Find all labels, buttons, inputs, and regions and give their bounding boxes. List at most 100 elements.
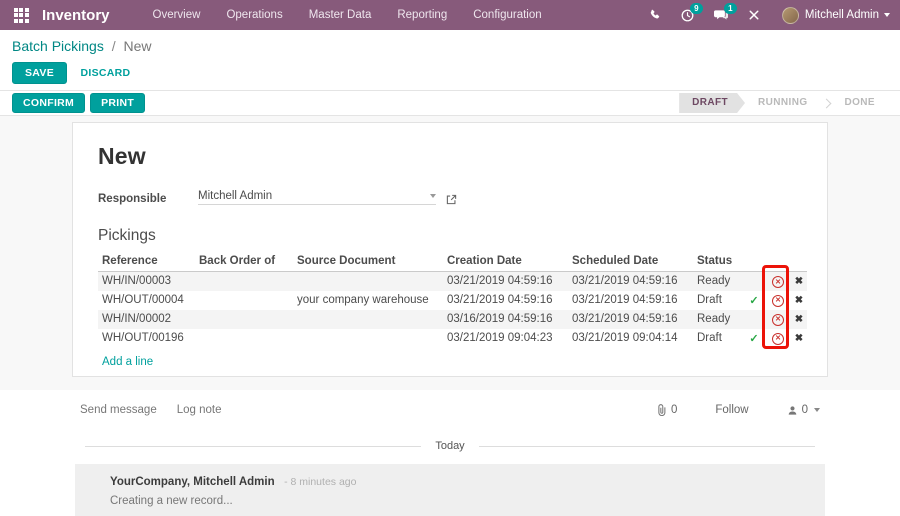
chatter-right-tools: 0 Follow 0 (618, 404, 820, 416)
col-back-order-of[interactable]: Back Order of (195, 252, 293, 272)
cell-reference[interactable]: WH/IN/00003 (98, 272, 195, 291)
cell-source-document[interactable]: your company warehouse (293, 291, 443, 310)
save-button[interactable]: SAVE (12, 62, 67, 84)
dropdown-caret-icon[interactable] (430, 194, 436, 198)
col-creation-date[interactable]: Creation Date (443, 252, 568, 272)
cell-status[interactable]: Draft (693, 291, 743, 310)
responsible-label: Responsible (98, 193, 198, 205)
table-row[interactable]: WH/IN/00002 03/16/2019 04:59:16 03/21/20… (98, 310, 807, 329)
table-row[interactable]: WH/IN/00003 03/21/2019 04:59:16 03/21/20… (98, 272, 807, 291)
cell-back-order[interactable] (195, 329, 293, 348)
cancel-picking-icon[interactable]: ✕ (772, 276, 784, 288)
col-delete (791, 252, 807, 272)
cell-source-document[interactable] (293, 272, 443, 291)
cell-creation-date[interactable]: 03/16/2019 04:59:16 (443, 310, 568, 329)
table-row[interactable]: WH/OUT/00196 03/21/2019 09:04:23 03/21/2… (98, 329, 807, 348)
status-step-draft[interactable]: DRAFT (679, 93, 745, 113)
cell-status[interactable]: Ready (693, 272, 743, 291)
cancel-picking-icon[interactable]: ✕ (772, 314, 784, 326)
follow-button[interactable]: Follow (715, 404, 748, 416)
app-title[interactable]: Inventory (42, 7, 110, 24)
record-title: New (98, 143, 803, 170)
followers-caret-icon (814, 408, 820, 412)
cell-creation-date[interactable]: 03/21/2019 04:59:16 (443, 291, 568, 310)
external-link-icon[interactable] (446, 194, 457, 205)
apps-menu-button[interactable] (10, 4, 32, 26)
menu-configuration[interactable]: Configuration (460, 0, 554, 30)
add-a-line-link[interactable]: Add a line (102, 356, 153, 368)
menu-master-data[interactable]: Master Data (296, 0, 385, 30)
user-menu-caret-icon (884, 13, 890, 17)
cell-creation-date[interactable]: 03/21/2019 09:04:23 (443, 329, 568, 348)
follow-label: Follow (715, 404, 748, 416)
chatter: Send message Log note 0 Follow 0 Today Y… (0, 390, 900, 516)
status-step-running[interactable]: RUNNING (745, 93, 820, 113)
phone-icon[interactable] (649, 9, 661, 21)
responsible-value: Mitchell Admin (198, 190, 272, 202)
cell-back-order[interactable] (195, 310, 293, 329)
user-avatar[interactable] (782, 7, 799, 24)
cell-scheduled-date[interactable]: 03/21/2019 04:59:16 (568, 310, 693, 329)
breadcrumb-current: New (124, 38, 152, 54)
messages-icon[interactable]: 1 (714, 9, 728, 21)
delete-row-icon[interactable]: ✖ (795, 295, 803, 306)
breadcrumb-batch-pickings[interactable]: Batch Pickings (12, 38, 104, 54)
date-divider-label: Today (435, 440, 464, 452)
attachment-count: 0 (671, 404, 677, 416)
pickings-table-container: Reference Back Order of Source Document … (98, 252, 803, 370)
responsible-input[interactable]: Mitchell Admin (198, 190, 436, 205)
send-message-button[interactable]: Send message (80, 404, 157, 416)
cell-source-document[interactable] (293, 329, 443, 348)
confirm-button[interactable]: CONFIRM (12, 93, 85, 113)
activities-icon[interactable]: 9 (681, 9, 694, 22)
apps-grid-icon (14, 8, 29, 23)
cell-creation-date[interactable]: 03/21/2019 04:59:16 (443, 272, 568, 291)
col-source-document[interactable]: Source Document (293, 252, 443, 272)
col-reference[interactable]: Reference (98, 252, 195, 272)
col-confirm (743, 252, 765, 272)
cell-reference[interactable]: WH/OUT/00196 (98, 329, 195, 348)
breadcrumb: Batch Pickings / New (12, 38, 888, 54)
delete-row-icon[interactable]: ✖ (795, 314, 803, 325)
pickings-table-body: WH/IN/00003 03/21/2019 04:59:16 03/21/20… (98, 272, 807, 348)
chatter-message: YourCompany, Mitchell Admin - 8 minutes … (75, 464, 825, 516)
col-status[interactable]: Status (693, 252, 743, 272)
cell-reference[interactable]: WH/IN/00002 (98, 310, 195, 329)
message-author[interactable]: YourCompany, Mitchell Admin (110, 476, 275, 488)
attachments-button[interactable]: 0 (656, 404, 677, 416)
tools-icon[interactable] (748, 9, 760, 21)
user-menu[interactable]: Mitchell Admin (805, 9, 879, 21)
status-step-done[interactable]: DONE (832, 93, 889, 113)
menu-operations[interactable]: Operations (213, 0, 295, 30)
col-scheduled-date[interactable]: Scheduled Date (568, 252, 693, 272)
followers-button[interactable]: 0 (787, 404, 820, 416)
print-button[interactable]: PRINT (90, 93, 145, 113)
form-view: New Responsible Mitchell Admin Pickings … (0, 116, 900, 390)
cell-source-document[interactable] (293, 310, 443, 329)
cell-scheduled-date[interactable]: 03/21/2019 09:04:14 (568, 329, 693, 348)
cell-status[interactable]: Ready (693, 310, 743, 329)
delete-row-icon[interactable]: ✖ (795, 276, 803, 287)
cell-status[interactable]: Draft (693, 329, 743, 348)
discard-button[interactable]: DISCARD (71, 62, 139, 84)
cell-back-order[interactable] (195, 272, 293, 291)
breadcrumb-separator: / (112, 38, 116, 54)
cancel-picking-icon[interactable]: ✕ (772, 333, 784, 345)
delete-row-icon[interactable]: ✖ (795, 333, 803, 344)
cancel-picking-icon[interactable]: ✕ (772, 295, 784, 307)
cell-scheduled-date[interactable]: 03/21/2019 04:59:16 (568, 291, 693, 310)
confirm-check-icon[interactable]: ✓ (749, 295, 758, 307)
form-sheet: New Responsible Mitchell Admin Pickings … (72, 122, 828, 377)
menu-overview[interactable]: Overview (140, 0, 214, 30)
statusbar-row: CONFIRM PRINT DRAFT RUNNING DONE (0, 90, 900, 116)
cell-reference[interactable]: WH/OUT/00004 (98, 291, 195, 310)
cell-back-order[interactable] (195, 291, 293, 310)
message-body: Creating a new record... (110, 495, 815, 507)
activities-badge: 9 (690, 3, 703, 14)
app-menus: Overview Operations Master Data Reportin… (140, 0, 555, 30)
confirm-check-icon[interactable]: ✓ (749, 333, 758, 345)
table-row[interactable]: WH/OUT/00004 your company warehouse 03/2… (98, 291, 807, 310)
menu-reporting[interactable]: Reporting (384, 0, 460, 30)
log-note-button[interactable]: Log note (177, 404, 222, 416)
cell-scheduled-date[interactable]: 03/21/2019 04:59:16 (568, 272, 693, 291)
